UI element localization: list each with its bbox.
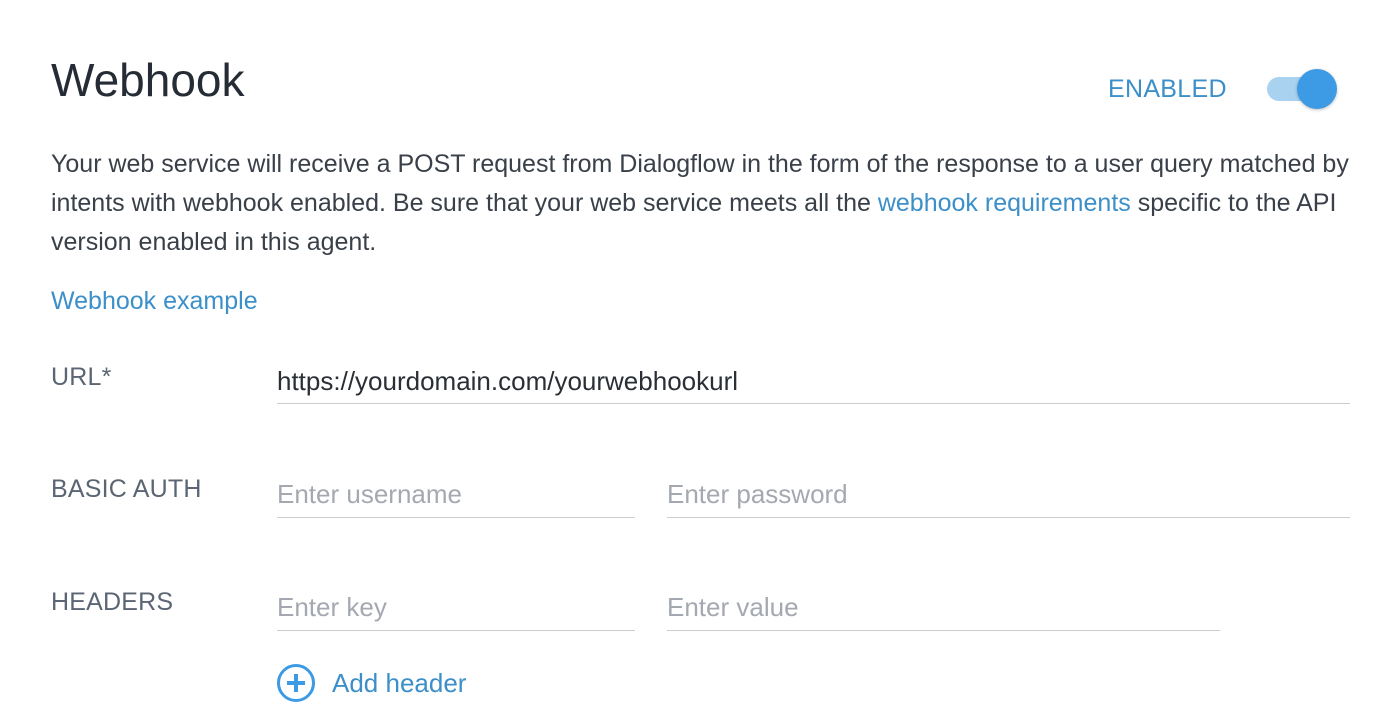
- toggle-knob[interactable]: [1296, 69, 1337, 109]
- headers-label: HEADERS: [51, 588, 174, 616]
- webhook-toggle-group: ENABLED: [1108, 64, 1337, 114]
- add-header-button[interactable]: Add header: [277, 662, 466, 704]
- url-input[interactable]: [277, 359, 1350, 404]
- webhook-example-link[interactable]: Webhook example: [51, 282, 258, 320]
- webhook-description: Your web service will receive a POST req…: [51, 145, 1351, 262]
- header-key-input[interactable]: [277, 584, 635, 631]
- toggle-status-label: ENABLED: [1108, 75, 1227, 103]
- webhook-requirements-link[interactable]: webhook requirements: [878, 189, 1131, 217]
- url-label: URL*: [51, 363, 112, 391]
- username-input[interactable]: [277, 471, 635, 518]
- add-header-label[interactable]: Add header: [332, 662, 466, 704]
- plus-circle-icon[interactable]: [277, 664, 315, 702]
- password-input[interactable]: [667, 471, 1350, 518]
- basic-auth-label: BASIC AUTH: [51, 475, 202, 503]
- header-value-input[interactable]: [667, 584, 1220, 631]
- webhook-enabled-toggle[interactable]: [1266, 66, 1337, 112]
- page-title: Webhook: [51, 54, 245, 106]
